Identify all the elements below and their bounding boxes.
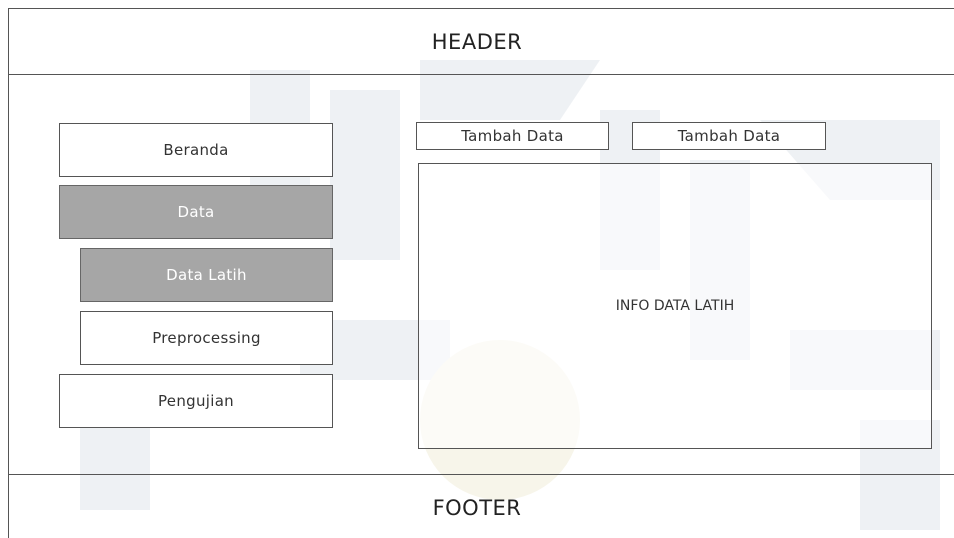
- add-data-button[interactable]: Tambah Data: [416, 122, 609, 150]
- info-panel-label: INFO DATA LATIH: [615, 298, 735, 314]
- add-data-button-secondary-label: Tambah Data: [677, 127, 781, 145]
- frame-left-border: [8, 8, 9, 538]
- add-data-button-secondary[interactable]: Tambah Data: [632, 122, 826, 150]
- sidebar-subitem-data-latih[interactable]: Data Latih: [80, 248, 333, 302]
- frame-top-border: [8, 8, 954, 9]
- header-divider: [8, 74, 954, 75]
- sidebar-item-label: Data: [177, 203, 215, 221]
- sidebar-item-beranda[interactable]: Beranda: [59, 123, 333, 177]
- sidebar-item-label: Pengujian: [157, 392, 234, 410]
- sidebar-item-data[interactable]: Data: [59, 185, 333, 239]
- sidebar-item-pengujian[interactable]: Pengujian: [59, 374, 333, 428]
- footer-divider: [8, 474, 954, 475]
- footer-title: FOOTER: [432, 496, 522, 520]
- sidebar-item-label: Beranda: [163, 141, 229, 159]
- sidebar-item-label: Preprocessing: [152, 329, 261, 347]
- info-data-latih-panel: INFO DATA LATIH: [418, 163, 932, 449]
- add-data-button-label: Tambah Data: [461, 127, 564, 145]
- header-title: HEADER: [431, 30, 523, 54]
- sidebar-subitem-preprocessing[interactable]: Preprocessing: [80, 311, 333, 365]
- wireframe-page: HEADER FOOTER Beranda Data Data Latih Pr…: [0, 0, 954, 538]
- sidebar-item-label: Data Latih: [166, 266, 247, 284]
